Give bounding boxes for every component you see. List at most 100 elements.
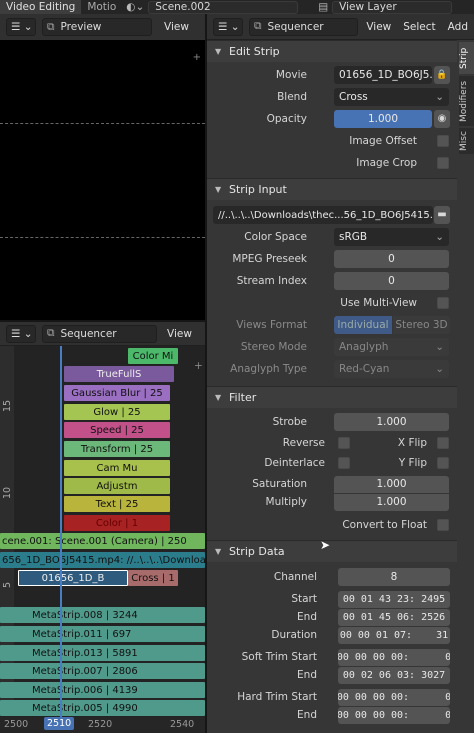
scene-icon[interactable]: ◐⌄ bbox=[126, 1, 144, 13]
preview-mode-icon: ⧉ bbox=[47, 20, 55, 33]
edit-strip-panel-header[interactable]: ▼ Edit Strip bbox=[207, 40, 457, 62]
folder-icon[interactable]: ▬ bbox=[434, 206, 450, 224]
deinterlace-checkbox[interactable] bbox=[338, 457, 350, 469]
sidebar-editor-type-menu[interactable]: ☰ ⌄ bbox=[213, 17, 243, 36]
strip-data-panel-header[interactable]: ▼ Strip Data bbox=[207, 540, 457, 562]
sidebar-add-menu[interactable]: Add bbox=[442, 21, 474, 33]
reverse-checkbox[interactable] bbox=[338, 437, 350, 449]
sidebar-mode-dropdown[interactable]: ⧉ Sequencer bbox=[249, 17, 359, 36]
views-format-stereo[interactable]: Stereo 3D bbox=[393, 316, 450, 334]
saturation-field[interactable]: 1.000 bbox=[334, 475, 449, 493]
sequencer-mode-dropdown[interactable]: ⧉ Sequencer bbox=[42, 324, 157, 343]
strip-meta-007[interactable]: MetaStrip.007 | 2806 bbox=[0, 663, 205, 679]
filepath-field[interactable]: //..\..\..\Downloads\thec...56_1D_BO6J54… bbox=[213, 206, 433, 224]
view-layer-field[interactable]: View Layer bbox=[332, 0, 453, 14]
collapse-arrow-icon: ▼ bbox=[215, 547, 222, 556]
opacity-slider[interactable]: 1.000 bbox=[334, 110, 432, 128]
preview-editor-type-menu[interactable]: ☰ ⌄ bbox=[6, 18, 36, 36]
opacity-row: Opacity 1.000 ◉ bbox=[207, 108, 457, 130]
sequencer-editor-type-menu[interactable]: ☰ ⌄ bbox=[6, 324, 36, 343]
strip-movie-long[interactable]: 656_1D_BO6J5415.mp4: //..\..\..\Download… bbox=[0, 552, 205, 568]
strip-meta-005[interactable]: MetaStrip.005 | 4990 bbox=[0, 700, 205, 716]
image-offset-checkbox[interactable] bbox=[437, 135, 449, 147]
strip-truefulls[interactable]: TrueFullS bbox=[64, 366, 174, 382]
filter-panel-header[interactable]: ▼ Filter bbox=[207, 386, 457, 408]
multi-view-checkbox[interactable] bbox=[437, 297, 449, 309]
strip-text[interactable]: Text | 25 bbox=[64, 496, 170, 512]
preview-add-icon[interactable]: + bbox=[193, 52, 201, 63]
sidebar-header: ☰ ⌄ ⧉ Sequencer View Select Add bbox=[207, 14, 474, 40]
strip-adjustm[interactable]: Adjustm bbox=[64, 478, 170, 494]
scene-field[interactable]: Scene.002 bbox=[148, 0, 299, 14]
tab-misc[interactable]: Misc bbox=[459, 128, 474, 154]
sequencer-add-icon[interactable]: + bbox=[194, 360, 203, 372]
soft-trim-end-field[interactable]: 00 02 06 03: 3027 bbox=[338, 666, 450, 684]
blend-dropdown[interactable]: Cross ⌄ bbox=[334, 88, 449, 106]
saturation-row: Saturation 1.000 bbox=[207, 475, 457, 493]
duration-field[interactable]: 00 00 01 07: 31 bbox=[338, 626, 450, 644]
stereo-mode-value: Anaglyph bbox=[339, 341, 389, 353]
strip-cam-mu[interactable]: Cam Mu bbox=[64, 460, 170, 476]
stream-index-field[interactable]: 0 bbox=[334, 272, 449, 290]
duration-row: Duration 00 00 01 07: 31 bbox=[207, 626, 457, 644]
anaglyph-type-dropdown[interactable]: Red-Cyan ⌄ bbox=[334, 360, 449, 378]
soft-trim-start-label: Soft Trim Start bbox=[241, 651, 317, 663]
strip-color-mi[interactable]: Color Mi bbox=[128, 348, 178, 364]
convert-float-checkbox[interactable] bbox=[437, 519, 449, 531]
strip-glow[interactable]: Glow | 25 bbox=[64, 404, 170, 420]
xflip-checkbox[interactable] bbox=[437, 437, 449, 449]
start-value: 00 01 43 23: 2495 bbox=[342, 593, 446, 605]
color-space-dropdown[interactable]: sRGB ⌄ bbox=[334, 228, 449, 246]
strip-input-panel-header[interactable]: ▼ Strip Input bbox=[207, 178, 457, 200]
strip-speed[interactable]: Speed | 25 bbox=[64, 422, 170, 438]
workspace-tab-motion[interactable]: Motio bbox=[81, 0, 122, 14]
strip-name-field[interactable]: 01656_1D_BO6J5... bbox=[334, 66, 432, 84]
lock-icon[interactable]: 🔒 bbox=[434, 66, 450, 84]
strip-cross[interactable]: Cross | 1 bbox=[128, 570, 178, 586]
panel-title: Strip Input bbox=[229, 183, 287, 196]
multiply-field[interactable]: 1.000 bbox=[334, 493, 449, 511]
hard-trim-end-field[interactable]: 00 00 00 00: 0 bbox=[338, 706, 450, 724]
channel-field[interactable]: 8 bbox=[338, 568, 450, 586]
strip-transform[interactable]: Transform | 25 bbox=[64, 441, 170, 457]
preview-mode-label: Preview bbox=[60, 21, 102, 33]
multiply-row: Multiply 1.000 bbox=[207, 493, 457, 511]
start-field[interactable]: 00 01 43 23: 2495 bbox=[338, 590, 450, 608]
sidebar-select-menu[interactable]: Select bbox=[397, 21, 441, 33]
hard-trim-start-field[interactable]: 00 00 00 00: 0 bbox=[338, 688, 450, 706]
views-format-individual[interactable]: Individual bbox=[334, 316, 392, 334]
strip-meta-013[interactable]: MetaStrip.013 | 5891 bbox=[0, 645, 205, 661]
chevron-down-icon: ⌄ bbox=[435, 91, 444, 103]
workspace-tab-video-editing[interactable]: Video Editing bbox=[0, 0, 82, 14]
strip-meta-008[interactable]: MetaStrip.008 | 3244 bbox=[0, 607, 205, 623]
tab-modifiers[interactable]: Modifiers bbox=[459, 76, 474, 126]
preview-view-menu[interactable]: View bbox=[158, 21, 195, 33]
strip-meta-006[interactable]: MetaStrip.006 | 4139 bbox=[0, 682, 205, 698]
soft-trim-start-field[interactable]: 00 00 00 00: 0 bbox=[338, 648, 450, 666]
yflip-checkbox[interactable] bbox=[437, 457, 449, 469]
eye-icon[interactable]: ◉ bbox=[434, 110, 450, 128]
sequencer-view-menu[interactable]: View bbox=[161, 328, 198, 340]
stereo-mode-dropdown[interactable]: Anaglyph ⌄ bbox=[334, 338, 449, 356]
tab-strip[interactable]: Strip bbox=[459, 42, 474, 74]
frame-ruler: 2500 2510 2520 2540 bbox=[0, 717, 205, 733]
preview-canvas[interactable]: + bbox=[0, 40, 205, 320]
image-crop-checkbox[interactable] bbox=[437, 157, 449, 169]
strip-meta-011[interactable]: MetaStrip.011 | 697 bbox=[0, 626, 205, 642]
playhead-line[interactable] bbox=[60, 346, 62, 726]
soft-trim-start-value: 00 00 00 00: 0 bbox=[338, 651, 450, 663]
mpeg-preseek-field[interactable]: 0 bbox=[334, 250, 449, 268]
stereo-mode-label: Stereo Mode bbox=[240, 341, 307, 353]
preview-mode-dropdown[interactable]: ⧉ Preview bbox=[42, 18, 152, 36]
image-offset-label: Image Offset bbox=[349, 135, 417, 147]
sidebar-mode-label: Sequencer bbox=[267, 20, 324, 33]
current-frame-indicator[interactable]: 2510 bbox=[44, 717, 75, 730]
strip-scene-001[interactable]: cene.001: Scene.001 (Camera) | 250 bbox=[0, 533, 205, 549]
strip-movie-selected[interactable]: 01656_1D_B bbox=[18, 570, 128, 586]
end-field[interactable]: 00 01 45 06: 2526 bbox=[338, 608, 450, 626]
strip-color-1[interactable]: Color | 1 bbox=[64, 515, 170, 531]
sidebar-view-menu[interactable]: View bbox=[360, 21, 397, 33]
strobe-field[interactable]: 1.000 bbox=[334, 413, 449, 431]
sequencer-timeline[interactable]: ☰ ⌄ ⧉ Sequencer View 15 10 5 + Color Mi T… bbox=[0, 322, 205, 733]
strip-gaussian-blur[interactable]: Gaussian Blur | 25 bbox=[64, 385, 170, 401]
